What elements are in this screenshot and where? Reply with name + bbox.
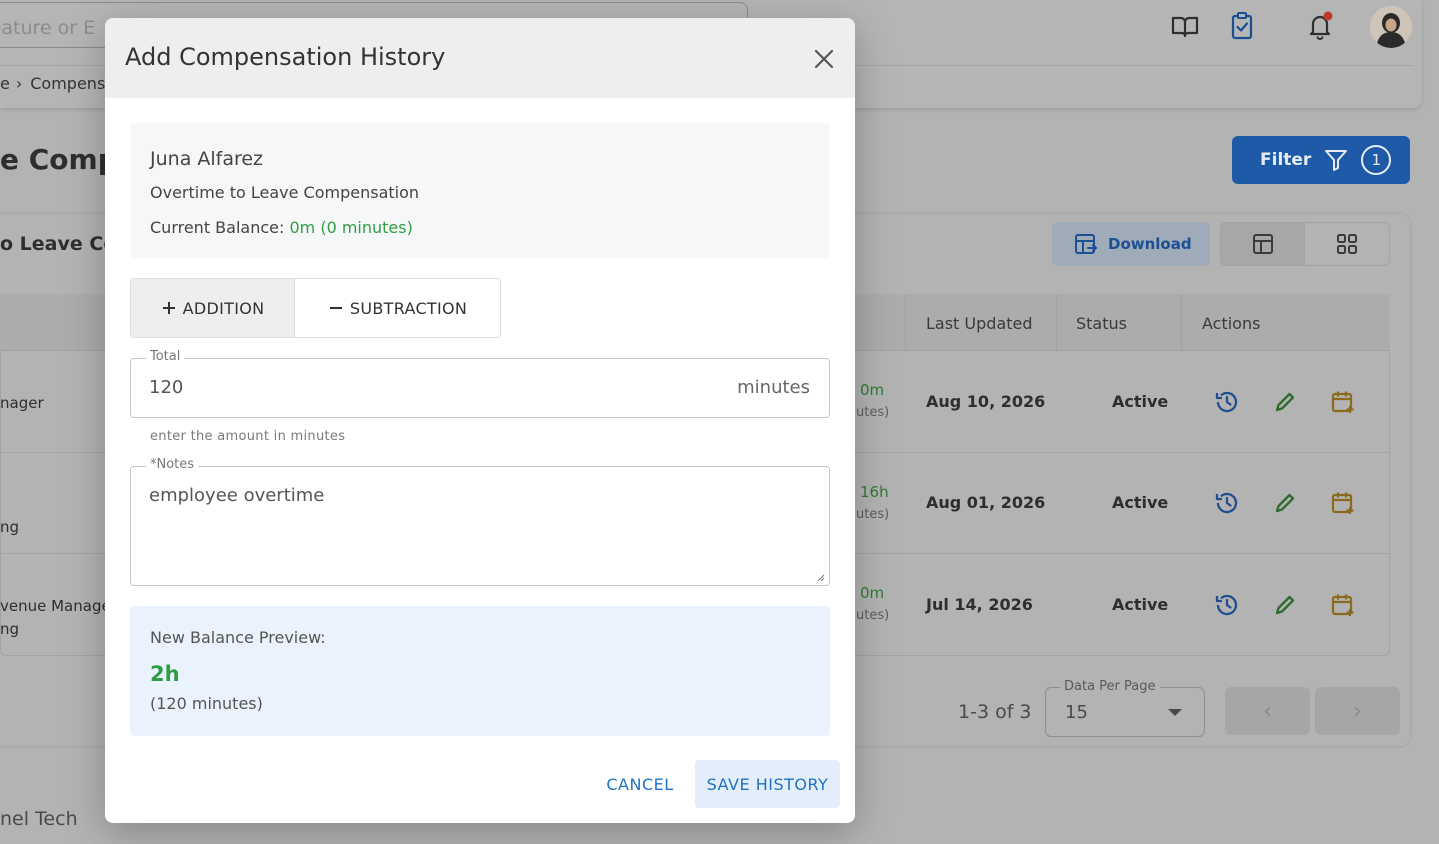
addition-button[interactable]: ADDITION <box>131 279 296 337</box>
edit-icon[interactable] <box>1272 389 1298 415</box>
total-value: 120 <box>149 377 184 398</box>
add-compensation-history-dialog: Add Compensation History Juna Alfarez Ov… <box>105 18 855 823</box>
compensation-type: Overtime to Leave Compensation <box>150 183 420 202</box>
column-divider <box>1056 294 1057 351</box>
balance-sub: utes) <box>856 608 890 623</box>
balance-value: 16h <box>860 483 889 501</box>
calendar-add-icon[interactable] <box>1330 490 1356 516</box>
clipboard-check-icon[interactable] <box>1226 10 1258 42</box>
resize-handle-icon[interactable] <box>817 574 825 582</box>
table-view-button[interactable] <box>1221 223 1305 265</box>
current-balance-value: 0m (0 minutes) <box>289 218 413 237</box>
employee-cell: nager <box>0 394 44 412</box>
prev-page-button[interactable]: ‹ <box>1225 687 1310 735</box>
close-icon[interactable] <box>809 44 839 74</box>
notes-label: *Notes <box>146 457 199 472</box>
minus-icon <box>329 307 342 309</box>
status-cell: Active <box>1112 595 1169 614</box>
addition-label: ADDITION <box>182 298 265 318</box>
balance-value: 0m <box>860 584 885 602</box>
calendar-add-icon[interactable] <box>1330 389 1356 415</box>
save-history-button[interactable]: SAVE HISTORY <box>695 760 840 808</box>
subtraction-label: SUBTRACTION <box>349 298 468 318</box>
subtraction-button[interactable]: SUBTRACTION <box>295 279 500 337</box>
preview-label: New Balance Preview: <box>150 628 326 647</box>
column-divider <box>905 294 906 351</box>
header-last-updated[interactable]: Last Updated <box>926 314 1033 333</box>
view-toggle <box>1220 222 1390 266</box>
status-cell: Active <box>1112 493 1169 512</box>
plus-icon <box>162 302 175 314</box>
download-table-icon <box>1075 234 1098 254</box>
header-actions: Actions <box>1202 314 1261 333</box>
employee-cell: ng <box>0 518 20 536</box>
breadcrumb-separator: › <box>15 74 23 93</box>
breadcrumb: e › Compens <box>0 74 105 93</box>
current-balance: Current Balance: 0m (0 minutes) <box>150 218 413 237</box>
page-title: e Comp <box>0 143 118 176</box>
employee-info-panel: Juna Alfarez Overtime to Leave Compensat… <box>130 123 830 258</box>
card-title: o Leave Co <box>0 233 117 255</box>
employee-name: Juna Alfarez <box>150 148 264 170</box>
grid-view-icon <box>1337 234 1357 254</box>
bell-icon[interactable] <box>1304 10 1336 42</box>
total-unit: minutes <box>737 377 810 398</box>
employee-cell: ng <box>0 620 20 638</box>
employee-cell: venue Manager <box>0 597 117 615</box>
per-page-value: 15 <box>1065 702 1088 723</box>
current-balance-label: Current Balance: <box>150 218 290 237</box>
history-icon[interactable] <box>1214 389 1240 415</box>
history-icon[interactable] <box>1214 592 1240 618</box>
preview-minutes: (120 minutes) <box>150 694 263 713</box>
chevron-left-icon: ‹ <box>1263 698 1272 724</box>
dialog-header: Add Compensation History <box>105 18 855 98</box>
breadcrumb-prev[interactable]: e <box>0 74 10 93</box>
operation-toggle: ADDITION SUBTRACTION <box>130 278 501 338</box>
balance-sub: utes) <box>856 405 890 420</box>
status-cell: Active <box>1112 392 1169 411</box>
table-view-icon <box>1253 234 1273 254</box>
grid-view-button[interactable] <box>1305 223 1389 265</box>
edit-icon[interactable] <box>1272 490 1298 516</box>
download-label: Download <box>1108 235 1192 253</box>
edit-icon[interactable] <box>1272 592 1298 618</box>
filter-label: Filter <box>1260 150 1312 170</box>
total-input[interactable] <box>130 358 830 418</box>
breadcrumb-current: Compens <box>30 74 106 93</box>
pagination-range: 1-3 of 3 <box>958 701 1032 723</box>
filter-button[interactable]: Filter 1 <box>1232 136 1410 184</box>
total-label: Total <box>146 349 185 364</box>
balance-value: 0m <box>860 381 885 399</box>
notes-value: employee overtime <box>149 485 325 506</box>
filter-icon <box>1325 150 1348 171</box>
cancel-button[interactable]: CANCEL <box>595 760 685 808</box>
dialog-title: Add Compensation History <box>125 43 446 71</box>
dropdown-arrow-icon <box>1168 709 1182 716</box>
last-updated-cell: Aug 01, 2026 <box>926 493 1046 512</box>
calendar-add-icon[interactable] <box>1330 592 1356 618</box>
book-icon[interactable] <box>1169 10 1201 42</box>
preview-value: 2h <box>150 662 180 686</box>
footer-text: nel Tech <box>0 808 78 830</box>
column-divider <box>1181 294 1182 351</box>
avatar-image <box>1370 6 1412 48</box>
balance-sub: utes) <box>856 507 890 522</box>
chevron-right-icon: › <box>1353 698 1362 724</box>
history-icon[interactable] <box>1214 490 1240 516</box>
per-page-label: Data Per Page <box>1060 679 1160 694</box>
header-status[interactable]: Status <box>1076 314 1127 333</box>
user-avatar[interactable] <box>1370 6 1412 48</box>
balance-preview-panel: New Balance Preview: 2h (120 minutes) <box>130 606 830 736</box>
download-button[interactable]: Download <box>1052 222 1210 266</box>
last-updated-cell: Aug 10, 2026 <box>926 392 1046 411</box>
search-placeholder: feature or E <box>0 17 96 39</box>
next-page-button[interactable]: › <box>1315 687 1400 735</box>
notes-textarea[interactable] <box>130 466 830 586</box>
filter-count-badge: 1 <box>1361 145 1392 175</box>
total-helper-text: enter the amount in minutes <box>150 429 346 444</box>
last-updated-cell: Jul 14, 2026 <box>926 595 1033 614</box>
